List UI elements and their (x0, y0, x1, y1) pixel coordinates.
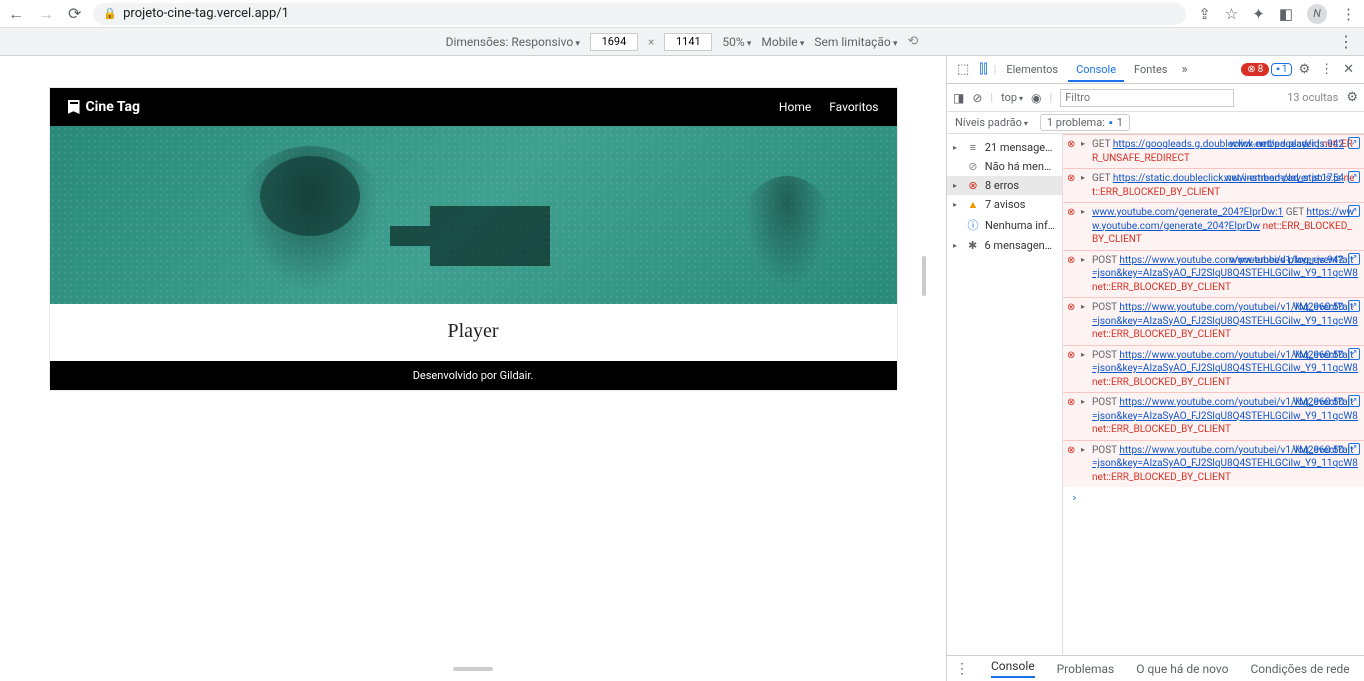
back-button[interactable]: ← (8, 4, 24, 24)
sidebar-row[interactable]: ▸≡21 mensagens (947, 138, 1062, 157)
extension-icon: ↗ (1348, 300, 1360, 312)
browser-toolbar: ← → ⟳ 🔒 projeto-cine-tag.vercel.app/1 ⇪ … (0, 0, 1364, 28)
console-settings-icon[interactable]: ⚙ (1346, 90, 1358, 105)
share-icon[interactable]: ⇪ (1198, 5, 1211, 23)
page-title: Player (50, 304, 897, 361)
address-bar[interactable]: 🔒 projeto-cine-tag.vercel.app/1 (93, 3, 1186, 25)
console-sidebar: ▸≡21 mensagens⊘Não há mens…▸⊗8 erros▸▲7 … (947, 134, 1063, 655)
extension-icon: ↗ (1348, 395, 1360, 407)
viewport-width-input[interactable] (590, 33, 638, 51)
sidebar-row[interactable]: ▸▲7 avisos (947, 195, 1062, 214)
log-entry[interactable]: ⊗▸POST https://www.youtube.com/youtubei/… (1063, 250, 1364, 298)
devtools-drawer: ⋮ Console Problemas O que há de novo Con… (947, 655, 1364, 681)
extension-icon: ↗ (1348, 137, 1360, 149)
sidebar-row[interactable]: ⓘNenhuma inf… (947, 214, 1062, 236)
rotate-icon[interactable]: ⟲ (908, 34, 919, 49)
clear-console-icon[interactable]: ⊘ (972, 91, 982, 105)
extension-icon: ↗ (1348, 171, 1360, 183)
site-header: Cine Tag Home Favoritos (50, 88, 897, 126)
log-entry[interactable]: ⊗▸GET https://static.doubleclick.net/ins… (1063, 168, 1364, 202)
resize-handle-right[interactable] (922, 256, 926, 296)
tab-console[interactable]: Console (1068, 57, 1124, 82)
info-badge[interactable]: ▪ 1 (1271, 63, 1292, 76)
extensions-icon[interactable]: ✦ (1252, 5, 1265, 23)
devtools-panel: ⬚ ⫿⫿ | Elementos Console Fontes » ⊗ 8 ▪ … (946, 56, 1364, 681)
chrome-menu-icon[interactable]: ⋮ (1341, 5, 1356, 23)
lock-icon: 🔒 (103, 7, 117, 20)
console-levels: Níveis padrão 1 problema: ▪ 1 (947, 112, 1364, 134)
drawer-problems[interactable]: Problemas (1057, 662, 1115, 676)
log-entry[interactable]: ⊗▸POST https://www.youtube.com/youtubei/… (1063, 440, 1364, 488)
sidebar-row[interactable]: ▸⊗8 erros (947, 176, 1062, 195)
sidebar-row[interactable]: ⊘Não há mens… (947, 157, 1062, 176)
dim-separator: × (648, 35, 654, 49)
extension-icon: ↗ (1348, 348, 1360, 360)
log-entry[interactable]: ⊗▸GET https://googleads.g.doubleclick.ne… (1063, 134, 1364, 168)
error-badge[interactable]: ⊗ 8 (1241, 63, 1269, 76)
close-devtools-icon[interactable]: ✕ (1339, 62, 1358, 77)
viewport-height-input[interactable] (664, 33, 712, 51)
settings-icon[interactable]: ⚙ (1294, 62, 1314, 77)
dimensions-dropdown[interactable]: Dimensões: Responsivo (446, 35, 580, 49)
console-toolbar: ◨ ⊘ | top ◉ | 13 ocultas ⚙ (947, 84, 1364, 112)
tab-elements[interactable]: Elementos (998, 57, 1066, 82)
more-tabs-icon[interactable]: » (1177, 62, 1191, 77)
filter-input[interactable] (1060, 89, 1234, 107)
device-mode-icon[interactable]: ⫿⫿ (975, 62, 991, 77)
extension-icon: ↗ (1348, 205, 1360, 217)
side-panel-icon[interactable]: ◧ (1279, 5, 1293, 23)
forward-button[interactable]: → (38, 4, 54, 24)
nav-favoritos[interactable]: Favoritos (829, 100, 878, 114)
throttle-dropdown[interactable]: Mobile (761, 35, 804, 49)
drawer-console[interactable]: Console (991, 659, 1035, 678)
live-expression-icon[interactable]: ◉ (1031, 91, 1041, 105)
devtools-tabs: ⬚ ⫿⫿ | Elementos Console Fontes » ⊗ 8 ▪ … (947, 56, 1364, 84)
site-logo[interactable]: Cine Tag (68, 99, 141, 115)
resize-handle-bottom[interactable] (453, 667, 493, 671)
device-viewport: Cine Tag Home Favoritos Player Desenvolv… (0, 56, 946, 681)
hidden-count: 13 ocultas (1287, 91, 1338, 104)
drawer-menu-icon[interactable]: ⋮ (955, 661, 969, 677)
toolbar-right: ⇪ ☆ ✦ ◧ N ⋮ (1198, 4, 1356, 24)
extension-icon: ↗ (1348, 253, 1360, 265)
extension-icon: ↗ (1348, 443, 1360, 455)
context-dropdown[interactable]: top (1001, 91, 1023, 104)
console-log: ⊗▸GET https://googleads.g.doubleclick.ne… (1063, 134, 1364, 655)
device-more-icon[interactable]: ⋮ (1338, 32, 1354, 51)
site-footer: Desenvolvido por Gildair. (50, 361, 897, 390)
log-entry[interactable]: ⊗▸POST https://www.youtube.com/youtubei/… (1063, 345, 1364, 393)
levels-dropdown[interactable]: Níveis padrão (955, 116, 1028, 129)
console-prompt[interactable]: › (1063, 487, 1364, 510)
profile-avatar[interactable]: N (1307, 4, 1327, 24)
sidebar-row[interactable]: ▸✱6 mensagens… (947, 236, 1062, 255)
scaled-page: Cine Tag Home Favoritos Player Desenvolv… (50, 88, 897, 390)
sidebar-toggle-icon[interactable]: ◨ (953, 91, 964, 105)
nav-arrows: ← → ⟳ (8, 4, 81, 24)
console-body: ▸≡21 mensagens⊘Não há mens…▸⊗8 erros▸▲7 … (947, 134, 1364, 655)
reload-button[interactable]: ⟳ (68, 4, 81, 23)
drawer-conditions[interactable]: Condições de rede (1250, 662, 1349, 676)
drawer-whatsnew[interactable]: O que há de novo (1136, 662, 1228, 676)
site-nav: Home Favoritos (779, 100, 879, 114)
bookmark-icon[interactable]: ☆ (1225, 5, 1238, 23)
issues-badge[interactable]: 1 problema: ▪ 1 (1040, 114, 1130, 131)
tab-sources[interactable]: Fontes (1126, 57, 1175, 82)
url-text: projeto-cine-tag.vercel.app/1 (123, 6, 289, 21)
brand-text: Cine Tag (86, 99, 141, 115)
log-entry[interactable]: ⊗▸POST https://www.youtube.com/youtubei/… (1063, 392, 1364, 440)
log-entry[interactable]: ⊗▸POST https://www.youtube.com/youtubei/… (1063, 297, 1364, 345)
nav-home[interactable]: Home (779, 100, 811, 114)
zoom-dropdown[interactable]: 50% (722, 35, 751, 49)
log-entry[interactable]: ⊗▸www.youtube.com/generate_204?EIprDw:1 … (1063, 202, 1364, 250)
inspect-icon[interactable]: ⬚ (953, 62, 973, 77)
bookmark-icon (68, 100, 80, 114)
banner-image (50, 126, 897, 304)
device-toolbar: Dimensões: Responsivo × 50% Mobile Sem l… (0, 28, 1364, 56)
no-throttle-dropdown[interactable]: Sem limitação (814, 35, 897, 49)
devtools-menu-icon[interactable]: ⋮ (1316, 62, 1337, 77)
